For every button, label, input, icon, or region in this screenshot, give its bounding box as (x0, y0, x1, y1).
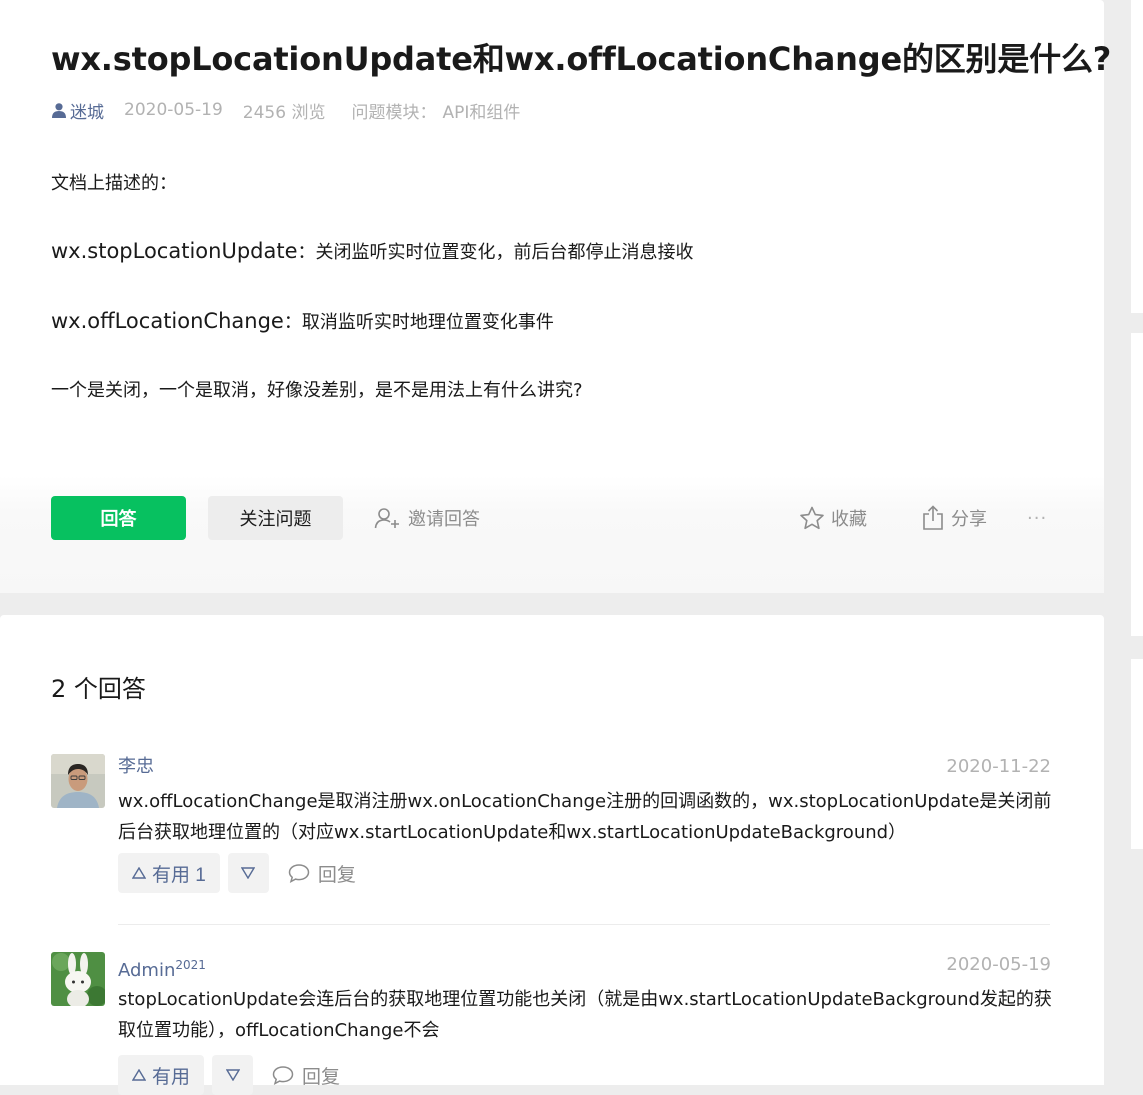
add-user-icon (374, 508, 399, 529)
answer-body: stopLocationUpdate会连后台的获取地理位置功能也关闭（就是由wx… (118, 989, 1052, 1041)
author-link[interactable]: 迷城 (51, 98, 104, 123)
question-body-line: 一个是关闭，一个是取消，好像没差别，是不是用法上有什么讲究? (51, 380, 583, 401)
comment-icon (288, 864, 310, 883)
reply-button[interactable]: 回复 (288, 860, 356, 887)
share-icon (923, 505, 943, 530)
thumb-down-triangle-icon (241, 867, 256, 879)
share-label: 分享 (951, 509, 987, 530)
user-icon (52, 103, 66, 118)
author-name: 迷城 (70, 102, 104, 123)
invite-label: 邀请回答 (408, 509, 480, 530)
reply-label: 回复 (302, 1065, 341, 1088)
thumb-up-triangle-icon (132, 867, 146, 879)
answer-divider (118, 924, 1050, 925)
answer-button[interactable]: 回答 (51, 496, 186, 540)
collect-button[interactable]: 收藏 (799, 505, 867, 531)
answer-actions: 有用 回复 (118, 1055, 340, 1095)
avatar[interactable] (51, 952, 105, 1006)
body-text: ：取消监听实时地理位置变化事件 (283, 312, 554, 333)
question-body-line: 文档上描述的： (51, 173, 177, 194)
question-meta: 迷城 2020-05-19 2456 浏览 问题模块： API和组件 (51, 98, 520, 123)
question-title: wx.stopLocationUpdate和wx.offLocationChan… (51, 40, 1112, 78)
code-text: wx.offLocationChange (51, 309, 284, 333)
question-body-line: wx.offLocationChange：取消监听实时地理位置变化事件 (51, 308, 554, 336)
reply-label: 回复 (317, 863, 356, 886)
module-label: 问题模块： (351, 102, 437, 123)
comment-icon (272, 1066, 294, 1085)
answer-date: 2020-11-22 (946, 756, 1051, 777)
useful-label: 有用 1 (152, 864, 206, 886)
useful-button[interactable]: 有用 (118, 1055, 205, 1095)
avatar[interactable] (51, 754, 105, 808)
not-useful-button[interactable] (212, 1055, 254, 1095)
module-value[interactable]: API和组件 (442, 98, 520, 123)
sidebar-card-edge (1131, 333, 1143, 636)
not-useful-button[interactable] (227, 853, 269, 893)
sidebar-card-edge (1131, 0, 1143, 313)
answer-author[interactable]: Admin2021 (118, 952, 206, 984)
user-badge: 2021 (175, 958, 206, 972)
answer-actions: 有用 1 回复 (118, 853, 356, 893)
sidebar-card-edge (1131, 659, 1143, 849)
answer-author[interactable]: 李忠 (118, 754, 154, 780)
invite-answer-button[interactable]: 邀请回答 (374, 505, 480, 531)
useful-button[interactable]: 有用 1 (118, 853, 220, 893)
view-count: 2456 浏览 (242, 102, 326, 123)
answer-date: 2020-05-19 (946, 954, 1051, 975)
answer-author-name: Admin (118, 960, 176, 981)
share-button[interactable]: 分享 (921, 505, 987, 531)
body-text: ：关闭监听实时位置变化，前后台都停止消息接收 (297, 242, 694, 263)
more-options-button[interactable]: ··· (1027, 505, 1047, 531)
question-date: 2020-05-19 (124, 100, 223, 120)
question-body-line: wx.stopLocationUpdate：关闭监听实时位置变化，前后台都停止消… (51, 238, 694, 266)
useful-label: 有用 (152, 1066, 191, 1088)
answer-body: wx.offLocationChange是取消注册wx.onLocationCh… (118, 791, 1052, 843)
answers-count: 2 个回答 (51, 675, 146, 703)
thumb-up-triangle-icon (132, 1069, 146, 1081)
answer-author-name: 李忠 (118, 756, 154, 777)
reply-button[interactable]: 回复 (272, 1062, 340, 1089)
code-text: wx.stopLocationUpdate (51, 239, 298, 263)
follow-question-button[interactable]: 关注问题 (208, 496, 343, 540)
star-icon (800, 506, 824, 530)
collect-label: 收藏 (831, 509, 867, 530)
thumb-down-triangle-icon (225, 1069, 240, 1081)
